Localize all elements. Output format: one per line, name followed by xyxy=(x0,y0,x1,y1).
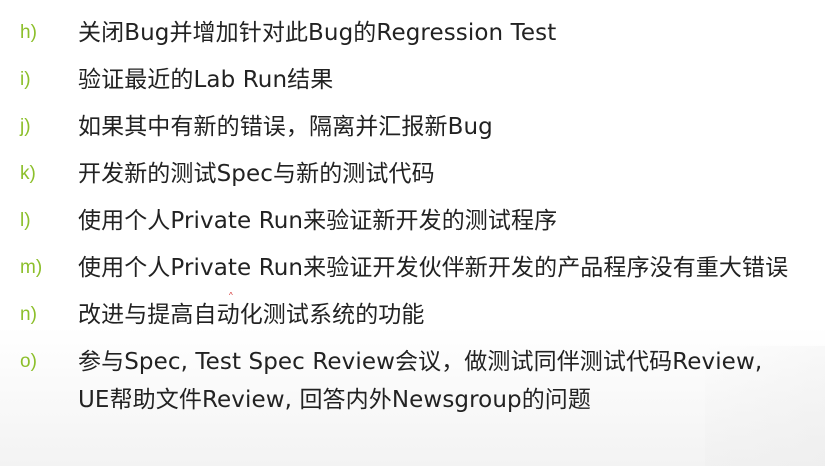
list-item-h: h) 关闭Bug并增加针对此Bug的Regression Test xyxy=(20,14,815,52)
list-marker: j) xyxy=(20,116,31,137)
list-item-j: j) 如果其中有新的错误，隔离并汇报新Bug xyxy=(20,108,815,146)
list-item-text: 开发新的测试Spec与新的测试代码 xyxy=(78,161,435,187)
slide-background: h) 关闭Bug并增加针对此Bug的Regression Test i) 验证最… xyxy=(0,0,825,466)
list-marker: n) xyxy=(20,304,37,325)
list-item-text: 参与Spec, Test Spec Review会议，做测试同伴测试代码Revi… xyxy=(78,349,763,413)
numbered-list: h) 关闭Bug并增加针对此Bug的Regression Test i) 验证最… xyxy=(20,14,815,428)
list-item-text: 使用个人Private Run来验证开发伙伴新开发的产品程序没有重大错误 xyxy=(78,255,789,281)
list-item-n: n) 改进与提高自动化测试系统的功能 xyxy=(20,296,815,334)
list-marker: m) xyxy=(20,257,43,278)
small-red-mark: ^ xyxy=(229,291,233,300)
list-item-text: 验证最近的Lab Run结果 xyxy=(78,67,334,93)
list-marker: o) xyxy=(20,351,37,372)
list-item-l: l) 使用个人Private Run来验证新开发的测试程序 xyxy=(20,202,815,240)
list-marker: k) xyxy=(20,163,36,184)
list-item-text: 如果其中有新的错误，隔离并汇报新Bug xyxy=(78,114,493,140)
list-marker: l) xyxy=(20,210,31,231)
list-marker: h) xyxy=(20,22,37,43)
list-marker: i) xyxy=(20,69,31,90)
list-item-text: 使用个人Private Run来验证新开发的测试程序 xyxy=(78,208,558,234)
list-item-m: m) 使用个人Private Run来验证开发伙伴新开发的产品程序没有重大错误 xyxy=(20,249,815,287)
list-item-o: o) 参与Spec, Test Spec Review会议，做测试同伴测试代码R… xyxy=(20,343,815,419)
list-item-i: i) 验证最近的Lab Run结果 xyxy=(20,61,815,99)
list-item-text: 关闭Bug并增加针对此Bug的Regression Test xyxy=(78,20,557,46)
list-item-text: 改进与提高自动化测试系统的功能 xyxy=(78,302,425,328)
list-item-k: k) 开发新的测试Spec与新的测试代码 xyxy=(20,155,815,193)
